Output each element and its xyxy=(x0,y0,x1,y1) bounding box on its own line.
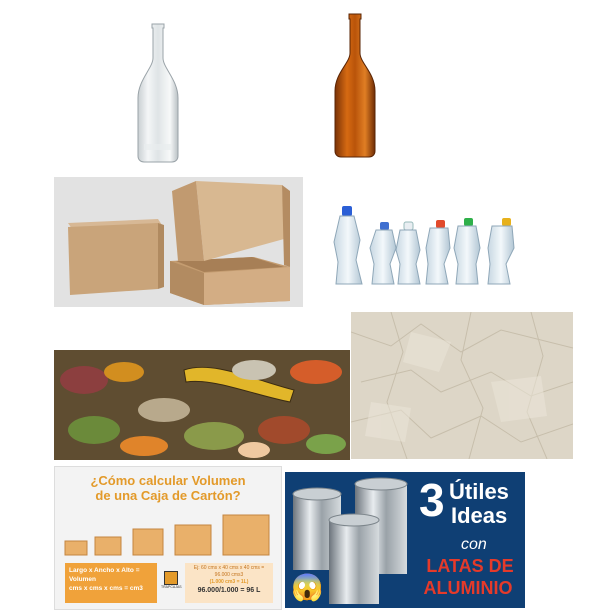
word-con: con xyxy=(461,536,487,553)
example-panel: Ej: 60 cms x 40 cms x 40 cms = 96.000 cm… xyxy=(185,563,273,603)
organic-waste-photo xyxy=(54,350,350,460)
crumpled-paper-photo xyxy=(351,312,573,459)
aluminum-cans-ideas-graphic: 😱 3 Útiles Ideas con LATAS DE ALUMINIO xyxy=(285,472,525,608)
word-ideas: Ideas xyxy=(451,503,508,528)
infographic-title: ¿Cómo calcular Volumen de una Caja de Ca… xyxy=(55,473,281,503)
amber-glass-bottle-photo xyxy=(328,10,382,160)
cardboard-boxes-photo xyxy=(54,177,303,307)
shocked-emoji: 😱 xyxy=(291,572,324,602)
word-latas-de: LATAS DE xyxy=(426,556,514,576)
number-three: 3 xyxy=(419,474,445,526)
crushed-plastic-bottles-photo xyxy=(332,200,522,295)
title-line-2: de una Caja de Cartón? xyxy=(95,488,241,503)
word-utiles: Útiles xyxy=(449,479,509,504)
brand-logo: TRAPCAJAS xyxy=(161,571,182,597)
clear-glass-bottle-photo xyxy=(130,18,186,168)
box-sizes-illustration xyxy=(64,514,270,556)
title-line-1: ¿Cómo calcular Volumen xyxy=(90,473,246,488)
formula-panel: Largo x Ancho x Alto = Volumen cms x cms… xyxy=(65,563,157,603)
box-volume-infographic: ¿Cómo calcular Volumen de una Caja de Ca… xyxy=(54,466,282,610)
word-aluminio: ALUMINIO xyxy=(423,578,513,598)
